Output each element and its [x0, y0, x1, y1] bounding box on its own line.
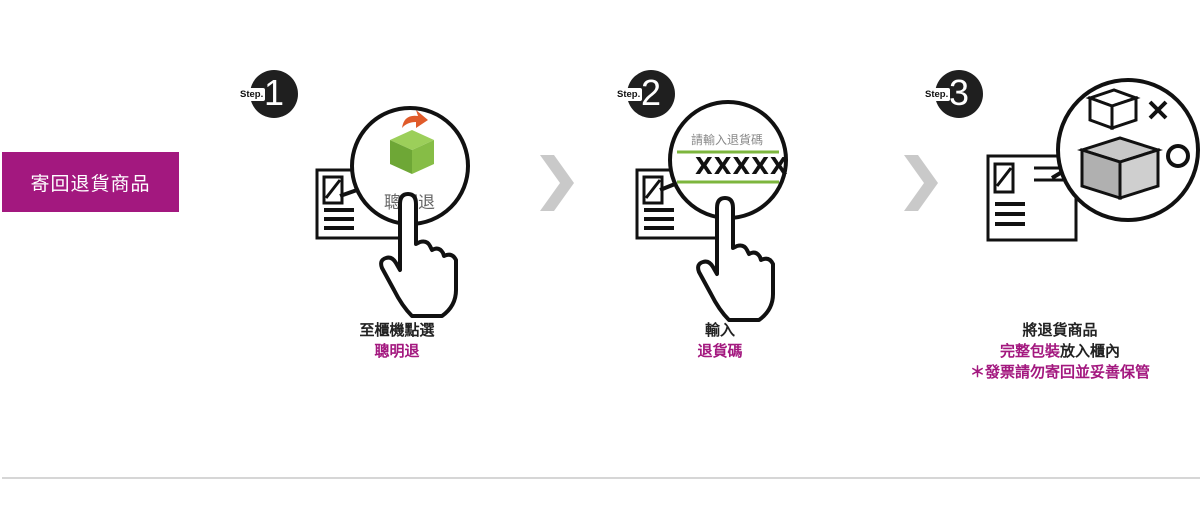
box-icon: [1077, 136, 1163, 201]
step-2: Step. 2 請輸入退貨碼 XXXXX 輸入 退貨碼: [605, 68, 865, 368]
caption-highlight: 完整包裝: [999, 342, 1060, 360]
kiosk-icon: [635, 100, 788, 240]
caption-line: 輸入: [704, 321, 735, 339]
step-3-caption: 將退貨商品 完整包裝放入櫃內 ＊發票請勿寄回並妥善保管: [935, 320, 1185, 383]
step-1-caption: 至櫃機點選 聰明退: [327, 320, 467, 362]
section-label: 寄回退貨商品: [2, 152, 179, 212]
caption-line: 至櫃機點選: [359, 321, 435, 339]
caption-line: 完整包裝放入櫃內: [935, 341, 1185, 362]
kiosk-icon: [315, 106, 470, 240]
step-1: Step. 1 聰明退 至櫃機點選 聰明退: [232, 68, 492, 368]
caption-line: 將退貨商品: [1022, 321, 1098, 339]
zoom-text: 聰明退: [384, 193, 435, 213]
circle-icon: [1166, 144, 1190, 168]
caption-rest: 放入櫃內: [1060, 342, 1121, 360]
zoom-label: 請輸入退貨碼: [691, 133, 764, 147]
zoom-code: XXXXX: [695, 154, 789, 180]
kiosk-icon: [986, 78, 1200, 242]
divider: [2, 477, 1200, 479]
caption-note: ＊發票請勿寄回並妥善保管: [969, 363, 1150, 381]
caption-highlight: 聰明退: [374, 342, 420, 360]
box-icon: [1085, 88, 1141, 131]
caption-highlight: 退貨碼: [697, 342, 743, 360]
step-3: Step. 3 將退貨商品 完整包裝放入櫃內 ＊發票請勿寄回並妥善保管: [923, 68, 1200, 388]
step-2-caption: 輸入 退貨碼: [660, 320, 780, 362]
chevron-right-icon: [540, 155, 574, 211]
